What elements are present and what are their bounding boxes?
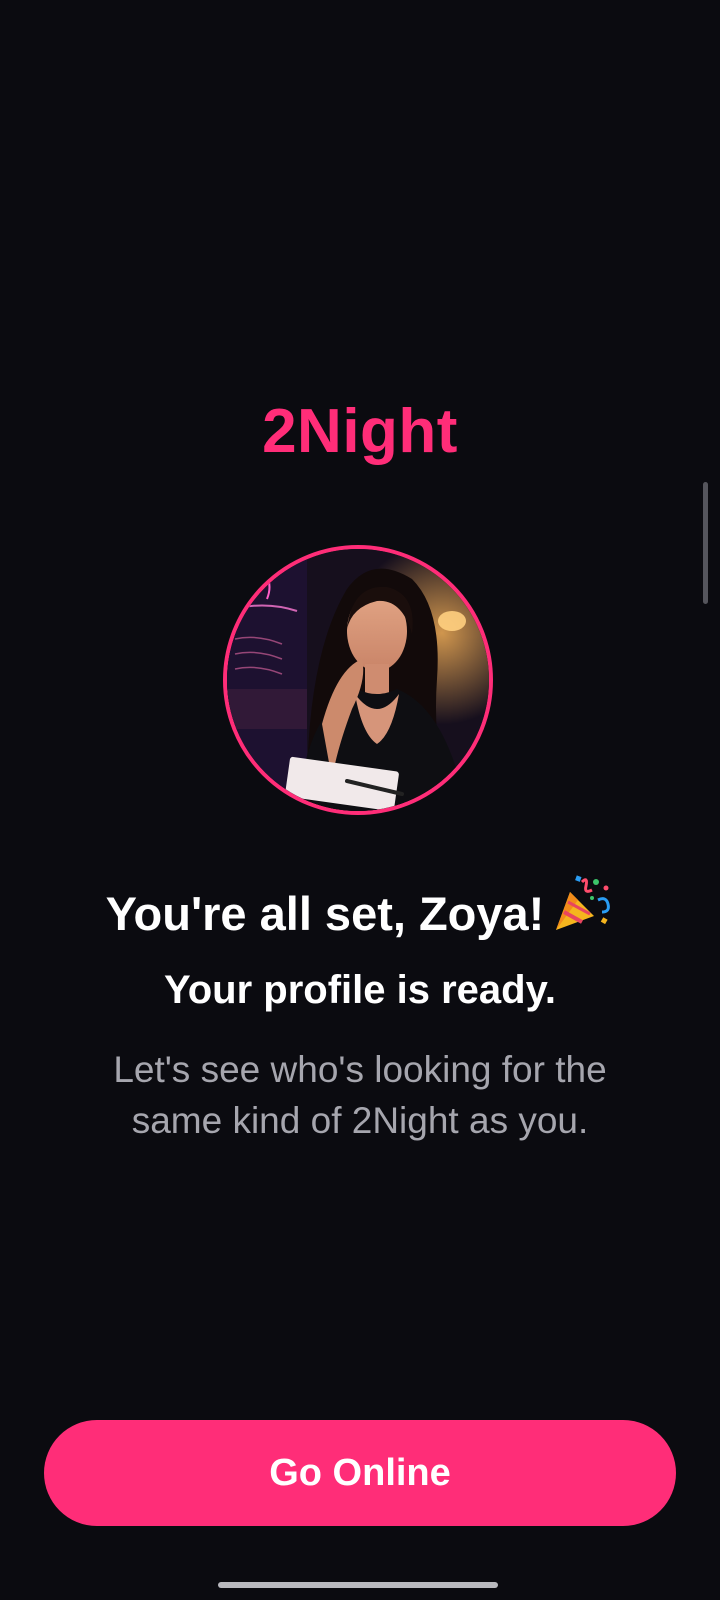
profile-ready-text: Your profile is ready. <box>164 968 556 1012</box>
profile-avatar <box>223 545 493 815</box>
home-indicator[interactable] <box>218 1582 498 1588</box>
app-title: 2Night <box>262 397 458 466</box>
headline-text: You're all set, Zoya! <box>105 887 545 940</box>
party-popper-icon <box>552 872 614 950</box>
go-online-button[interactable]: Go Online <box>44 1420 676 1526</box>
scrollbar[interactable] <box>703 482 708 604</box>
description-text: Let's see who's looking for the same kin… <box>113 1049 607 1141</box>
profile-photo <box>227 549 489 811</box>
headline: You're all set, Zoya! <box>0 872 720 950</box>
